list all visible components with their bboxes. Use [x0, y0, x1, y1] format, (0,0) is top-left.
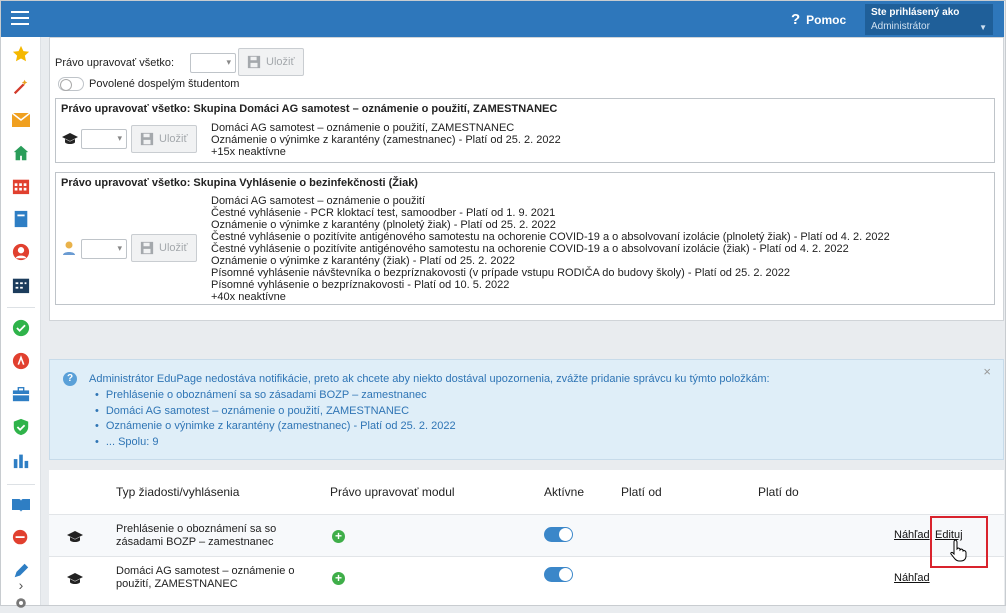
- list-item: +40x neaktívne: [211, 291, 286, 303]
- star-icon[interactable]: [11, 44, 31, 64]
- alert-icon[interactable]: [11, 351, 31, 371]
- column-header: Aktívne: [544, 485, 585, 499]
- row-title-line: Prehlásenie o oboznámení sa so: [116, 523, 277, 535]
- graduation-cap-icon: [62, 132, 78, 149]
- list-item: Čestné vyhlásenie o pozitívite antigénov…: [211, 231, 890, 243]
- table-row[interactable]: Prehlásenie o oboznámení sa so zásadami …: [49, 514, 1004, 556]
- info-question-icon: ?: [63, 372, 77, 386]
- forms-table: Typ žiadosti/vyhlásenia Právo upravovať …: [49, 470, 1004, 605]
- notification-info-box: ? Administrátor EduPage nedostáva notifi…: [49, 359, 1004, 460]
- group-rights-select[interactable]: [81, 129, 127, 149]
- info-link[interactable]: Domáci AG samotest – oznámenie o použití…: [95, 404, 456, 420]
- group-rights-select[interactable]: [81, 239, 127, 259]
- shield-icon[interactable]: [11, 417, 31, 437]
- check-circle-icon[interactable]: [11, 318, 31, 338]
- row-title-line: Domáci AG samotest – oznámenie o: [116, 565, 295, 577]
- graduation-cap-icon: [67, 572, 83, 589]
- bar-chart-icon[interactable]: [11, 450, 31, 470]
- edit-all-select[interactable]: [190, 53, 236, 73]
- group-item-list: Domáci AG samotest – oznámenie o použití…: [211, 195, 890, 303]
- info-text: Administrátor EduPage nedostáva notifiká…: [89, 373, 770, 385]
- hand-cursor-icon: [950, 538, 968, 565]
- row-title-line: použití, ZAMESTNANEC: [116, 578, 238, 590]
- save-button[interactable]: Uložiť: [238, 48, 304, 76]
- group-item-list: Domáci AG samotest – oznámenie o použití…: [211, 122, 561, 158]
- user-role: Administrátor: [871, 21, 930, 32]
- chat-icon[interactable]: [11, 528, 31, 548]
- active-toggle[interactable]: [544, 527, 573, 542]
- edit-all-label: Právo upravovať všetko:: [55, 57, 175, 69]
- open-book-icon[interactable]: [11, 495, 31, 515]
- home-icon[interactable]: [11, 143, 31, 163]
- list-item: Oznámenie o výnimke z karantény (žiak) -…: [211, 255, 515, 267]
- list-item: +15x neaktívne: [211, 146, 286, 158]
- column-header: Typ žiadosti/vyhlásenia: [116, 485, 240, 499]
- save-label: Uložiť: [159, 133, 188, 145]
- list-item: Oznámenie o výnimke z karantény (plnolet…: [211, 219, 556, 231]
- top-bar: ? Pomoc Ste prihlásený ako Administrátor …: [1, 1, 1004, 37]
- close-icon[interactable]: ×: [983, 364, 991, 379]
- info-link[interactable]: ... Spolu: 9: [95, 435, 456, 451]
- list-item: Čestné vyhlásenie o pozitívite antigénov…: [211, 243, 849, 255]
- add-rights-icon[interactable]: +: [332, 572, 345, 585]
- graduation-cap-icon: [67, 530, 83, 547]
- row-title-line: zásadami BOZP – zamestnanec: [116, 536, 274, 548]
- save-label: Uložiť: [266, 56, 295, 68]
- list-item: Písomné vyhlásenie návštevníka o bezpríz…: [211, 267, 791, 279]
- row-title: Prehlásenie o oboznámení sa so zásadami …: [116, 523, 276, 549]
- list-item: Oznámenie o výnimke z karantény (zamestn…: [211, 134, 561, 146]
- magic-wand-icon[interactable]: [11, 77, 31, 97]
- save-label: Uložiť: [159, 242, 188, 254]
- adult-students-toggle[interactable]: [58, 77, 84, 91]
- group-save-button[interactable]: Uložiť: [131, 125, 197, 153]
- sidebar-divider: [7, 307, 35, 308]
- book-icon[interactable]: [11, 209, 31, 229]
- user-dropdown[interactable]: Ste prihlásený ako Administrátor ▼: [865, 4, 993, 35]
- person-icon[interactable]: [11, 242, 31, 262]
- mail-icon[interactable]: [11, 110, 31, 130]
- briefcase-icon[interactable]: [11, 384, 31, 404]
- info-list: Prehlásenie o oboznámení sa so zásadami …: [95, 388, 456, 450]
- preview-link[interactable]: Náhľad: [894, 529, 930, 541]
- column-header: Platí od: [621, 485, 662, 499]
- table-row[interactable]: Domáci AG samotest – oznámenie o použití…: [49, 556, 1004, 598]
- group-title: Právo upravovať všetko: Skupina Domáci A…: [61, 103, 558, 115]
- row-title: Domáci AG samotest – oznámenie o použití…: [116, 565, 295, 591]
- info-link[interactable]: Oznámenie o výnimke z karantény (zamestn…: [95, 419, 456, 435]
- user-label: Ste prihlásený ako: [871, 7, 960, 18]
- rights-group-student: Právo upravovať všetko: Skupina Vyhlásen…: [55, 172, 995, 305]
- sidebar-divider: [7, 484, 35, 485]
- help-button[interactable]: ? Pomoc: [791, 11, 846, 28]
- help-label: Pomoc: [806, 13, 847, 27]
- active-toggle[interactable]: [544, 567, 573, 582]
- list-item: Písomné vyhlásenie o bezpríznakovosti - …: [211, 279, 510, 291]
- settings-icon[interactable]: [11, 593, 31, 613]
- rights-group-employee: Právo upravovať všetko: Skupina Domáci A…: [55, 98, 995, 163]
- chevron-down-icon: ▼: [979, 23, 987, 32]
- disk-icon: [247, 55, 261, 69]
- group-save-button[interactable]: Uložiť: [131, 234, 197, 262]
- list-item: Domáci AG samotest – oznámenie o použití: [211, 195, 425, 207]
- column-header: Platí do: [758, 485, 799, 499]
- list-item: Čestné vyhlásenie - PCR kloktací test, s…: [211, 207, 556, 219]
- disk-icon: [140, 241, 154, 255]
- calendar-icon[interactable]: [11, 176, 31, 196]
- question-icon: ?: [791, 11, 801, 28]
- list-item: Domáci AG samotest – oznámenie o použití…: [211, 122, 515, 134]
- chevron-right-icon[interactable]: ›: [11, 577, 31, 593]
- column-header: Právo upravovať modul: [330, 485, 455, 499]
- info-link[interactable]: Prehlásenie o oboznámení sa so zásadami …: [95, 388, 456, 404]
- menu-icon[interactable]: [11, 11, 29, 27]
- adult-students-label: Povolené dospelým študentom: [89, 78, 240, 90]
- group-title: Právo upravovať všetko: Skupina Vyhlásen…: [61, 177, 418, 189]
- add-rights-icon[interactable]: +: [332, 530, 345, 543]
- sidebar: ›: [1, 37, 41, 608]
- student-icon: [62, 240, 76, 259]
- disk-icon: [140, 132, 154, 146]
- preview-link[interactable]: Náhľad: [894, 572, 930, 584]
- timetable-icon[interactable]: [11, 275, 31, 295]
